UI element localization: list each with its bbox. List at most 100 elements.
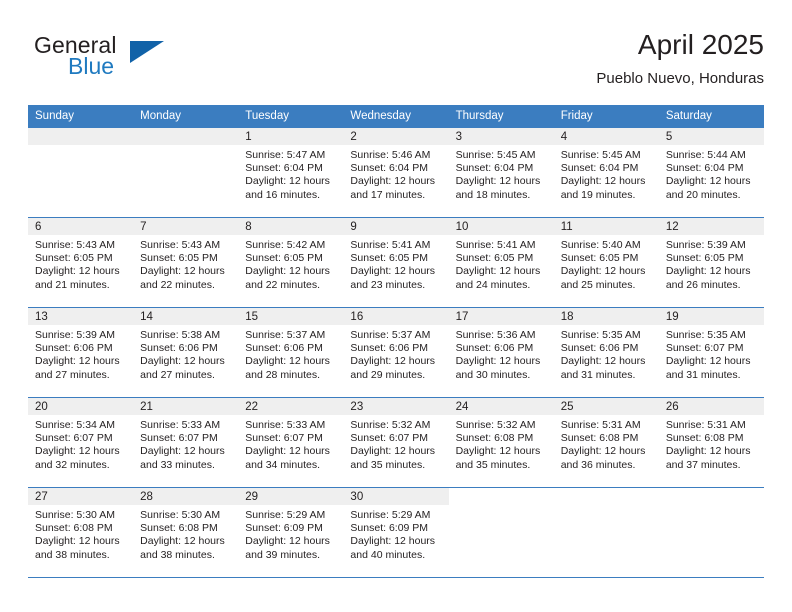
day-details: Sunrise: 5:34 AM Sunset: 6:07 PM Daylight:… <box>28 415 133 472</box>
daylight-text: Daylight: 12 hours and 37 minutes. <box>665 445 751 471</box>
calendar-cell[interactable] <box>658 487 764 578</box>
sunrise-text: Sunrise: 5:29 AM <box>350 509 431 521</box>
day-details: Sunrise: 5:31 AM Sunset: 6:08 PM Daylight:… <box>659 415 764 472</box>
day-details: Sunrise: 5:39 AM Sunset: 6:06 PM Daylight:… <box>28 325 133 382</box>
sunset-text: Sunset: 6:05 PM <box>560 252 639 265</box>
calendar-cell-day: 28 Sunrise: 5:30 AM Sunset: 6:08 PM Dayligh… <box>133 488 239 577</box>
calendar-cell[interactable]: 23 Sunrise: 5:32 AM Sunset: 6:07 PM Dayligh… <box>343 397 449 488</box>
sunset-text: Sunset: 6:08 PM <box>560 432 639 445</box>
daylight-text: Daylight: 12 hours and 34 minutes. <box>245 445 330 471</box>
day-number: 5 <box>658 128 764 145</box>
calendar-cell[interactable]: 20 Sunrise: 5:34 AM Sunset: 6:07 PM Dayligh… <box>28 397 134 488</box>
day-number: 28 <box>133 488 239 505</box>
sunrise-text: Sunrise: 5:32 AM <box>350 419 431 431</box>
calendar-cell[interactable]: 1 Sunrise: 5:47 AM Sunset: 6:04 PM Daylight… <box>238 127 344 218</box>
calendar-cell[interactable]: 14 Sunrise: 5:38 AM Sunset: 6:06 PM Dayligh… <box>133 307 239 398</box>
calendar-cell-day: 7 Sunrise: 5:43 AM Sunset: 6:05 PM Daylight… <box>133 218 239 307</box>
calendar-cell[interactable] <box>448 487 554 578</box>
calendar-cell-day: 12 Sunrise: 5:39 AM Sunset: 6:05 PM Dayligh… <box>658 218 764 307</box>
calendar-cell[interactable]: 7 Sunrise: 5:43 AM Sunset: 6:05 PM Daylight… <box>133 217 239 308</box>
sunset-text: Sunset: 6:08 PM <box>35 522 113 535</box>
daylight-text: Daylight: 12 hours and 19 minutes. <box>560 175 646 201</box>
calendar-week-row: 6 Sunrise: 5:43 AM Sunset: 6:05 PM Daylight… <box>28 217 764 308</box>
calendar-cell[interactable]: 27 Sunrise: 5:30 AM Sunset: 6:08 PM Dayligh… <box>28 487 134 578</box>
day-details: Sunrise: 5:38 AM Sunset: 6:06 PM Daylight:… <box>133 325 238 382</box>
calendar-cell[interactable]: 15 Sunrise: 5:37 AM Sunset: 6:06 PM Dayligh… <box>238 307 344 398</box>
brand-name-blue: Blue <box>68 53 115 79</box>
day-details: Sunrise: 5:32 AM Sunset: 6:08 PM Daylight:… <box>449 415 554 472</box>
sunrise-text: Sunrise: 5:30 AM <box>35 509 115 521</box>
calendar-cell[interactable]: 13 Sunrise: 5:39 AM Sunset: 6:06 PM Dayligh… <box>28 307 134 398</box>
sunset-text: Sunset: 6:09 PM <box>245 522 323 535</box>
calendar-cell[interactable]: 4 Sunrise: 5:45 AM Sunset: 6:04 PM Daylight… <box>553 127 659 218</box>
calendar-cell-empty <box>659 488 764 577</box>
weekday-header-thursday: Thursday <box>448 105 554 128</box>
calendar-cell-day: 9 Sunrise: 5:41 AM Sunset: 6:05 PM Daylight… <box>343 218 449 307</box>
sunset-text: Sunset: 6:07 PM <box>35 432 113 445</box>
calendar-cell[interactable]: 18 Sunrise: 5:35 AM Sunset: 6:06 PM Dayligh… <box>553 307 659 398</box>
sunset-text: Sunset: 6:09 PM <box>350 522 429 535</box>
weekday-header-tuesday: Tuesday <box>238 105 344 128</box>
calendar-cell[interactable]: 5 Sunrise: 5:44 AM Sunset: 6:04 PM Daylight… <box>658 127 764 218</box>
calendar-cell-empty <box>449 488 554 577</box>
calendar-cell[interactable]: 22 Sunrise: 5:33 AM Sunset: 6:07 PM Dayligh… <box>238 397 344 488</box>
sunset-text: Sunset: 6:08 PM <box>455 432 534 445</box>
calendar-cell-day: 8 Sunrise: 5:42 AM Sunset: 6:05 PM Daylight… <box>238 218 344 307</box>
calendar-cell-day: 20 Sunrise: 5:34 AM Sunset: 6:07 PM Dayligh… <box>28 398 134 487</box>
day-details: Sunrise: 5:43 AM Sunset: 6:05 PM Daylight:… <box>28 235 133 292</box>
brand-logo[interactable]: General Blue <box>34 32 254 92</box>
day-number: 11 <box>553 218 659 235</box>
calendar-cell[interactable]: 25 Sunrise: 5:31 AM Sunset: 6:08 PM Dayligh… <box>553 397 659 488</box>
calendar-cell-day: 16 Sunrise: 5:37 AM Sunset: 6:06 PM Dayligh… <box>343 308 449 397</box>
calendar-cell[interactable]: 2 Sunrise: 5:46 AM Sunset: 6:04 PM Daylight… <box>343 127 449 218</box>
calendar-cell[interactable]: 9 Sunrise: 5:41 AM Sunset: 6:05 PM Daylight… <box>343 217 449 308</box>
daylight-text: Daylight: 12 hours and 24 minutes. <box>455 265 541 291</box>
calendar-table: Sunday Monday Tuesday Wednesday Thursday… <box>28 105 764 578</box>
calendar-cell[interactable]: 21 Sunrise: 5:33 AM Sunset: 6:07 PM Dayligh… <box>133 397 239 488</box>
day-number: 22 <box>238 398 344 415</box>
daylight-text: Daylight: 12 hours and 32 minutes. <box>35 445 120 471</box>
calendar-week-row: 1 Sunrise: 5:47 AM Sunset: 6:04 PM Daylight… <box>28 127 764 218</box>
daylight-text: Daylight: 12 hours and 38 minutes. <box>35 535 120 561</box>
daylight-text: Daylight: 12 hours and 21 minutes. <box>35 265 120 291</box>
calendar-cell[interactable]: 17 Sunrise: 5:36 AM Sunset: 6:06 PM Dayligh… <box>448 307 554 398</box>
calendar-cell[interactable]: 16 Sunrise: 5:37 AM Sunset: 6:06 PM Dayligh… <box>343 307 449 398</box>
sunset-text: Sunset: 6:06 PM <box>245 342 323 355</box>
calendar-cell-day: 22 Sunrise: 5:33 AM Sunset: 6:07 PM Dayligh… <box>238 398 344 487</box>
sunrise-text: Sunrise: 5:36 AM <box>455 329 536 341</box>
calendar-cell-day: 4 Sunrise: 5:45 AM Sunset: 6:04 PM Daylight… <box>553 128 659 217</box>
sunrise-text: Sunrise: 5:31 AM <box>665 419 746 431</box>
calendar-cell[interactable]: 24 Sunrise: 5:32 AM Sunset: 6:08 PM Dayligh… <box>448 397 554 488</box>
calendar-cell[interactable]: 19 Sunrise: 5:35 AM Sunset: 6:07 PM Dayligh… <box>658 307 764 398</box>
calendar-cell-empty <box>28 128 134 217</box>
calendar-cell[interactable]: 29 Sunrise: 5:29 AM Sunset: 6:09 PM Dayligh… <box>238 487 344 578</box>
calendar-cell[interactable] <box>553 487 659 578</box>
calendar-cell-day: 21 Sunrise: 5:33 AM Sunset: 6:07 PM Dayligh… <box>133 398 239 487</box>
calendar-cell[interactable]: 10 Sunrise: 5:41 AM Sunset: 6:05 PM Dayligh… <box>448 217 554 308</box>
calendar-cell[interactable]: 6 Sunrise: 5:43 AM Sunset: 6:05 PM Daylight… <box>28 217 134 308</box>
calendar-cell[interactable]: 12 Sunrise: 5:39 AM Sunset: 6:05 PM Dayligh… <box>658 217 764 308</box>
calendar-cell[interactable]: 28 Sunrise: 5:30 AM Sunset: 6:08 PM Dayligh… <box>133 487 239 578</box>
calendar-week-row: 27 Sunrise: 5:30 AM Sunset: 6:08 PM Dayligh… <box>28 487 764 578</box>
calendar-cell[interactable]: 11 Sunrise: 5:40 AM Sunset: 6:05 PM Dayligh… <box>553 217 659 308</box>
calendar-cell[interactable]: 3 Sunrise: 5:45 AM Sunset: 6:04 PM Daylight… <box>448 127 554 218</box>
calendar-cell[interactable]: 30 Sunrise: 5:29 AM Sunset: 6:09 PM Dayligh… <box>343 487 449 578</box>
day-number <box>133 128 239 145</box>
calendar-cell-day: 17 Sunrise: 5:36 AM Sunset: 6:06 PM Dayligh… <box>448 308 554 397</box>
day-details: Sunrise: 5:29 AM Sunset: 6:09 PM Daylight:… <box>343 505 448 562</box>
day-number: 12 <box>658 218 764 235</box>
day-number: 29 <box>238 488 344 505</box>
sunrise-text: Sunrise: 5:41 AM <box>455 239 536 251</box>
calendar-cell[interactable]: 8 Sunrise: 5:42 AM Sunset: 6:05 PM Daylight… <box>238 217 344 308</box>
calendar-cell-day: 13 Sunrise: 5:39 AM Sunset: 6:06 PM Dayligh… <box>28 308 134 397</box>
calendar-cell[interactable] <box>133 127 239 218</box>
day-details: Sunrise: 5:41 AM Sunset: 6:05 PM Daylight:… <box>449 235 554 292</box>
day-details: Sunrise: 5:45 AM Sunset: 6:04 PM Daylight:… <box>554 145 659 202</box>
day-details: Sunrise: 5:45 AM Sunset: 6:04 PM Daylight:… <box>449 145 554 202</box>
sunrise-text: Sunrise: 5:34 AM <box>35 419 115 431</box>
sunrise-text: Sunrise: 5:41 AM <box>350 239 431 251</box>
day-details: Sunrise: 5:32 AM Sunset: 6:07 PM Daylight:… <box>343 415 448 472</box>
calendar-cell[interactable] <box>28 127 134 218</box>
day-details: Sunrise: 5:36 AM Sunset: 6:06 PM Daylight:… <box>449 325 554 382</box>
calendar-cell[interactable]: 26 Sunrise: 5:31 AM Sunset: 6:08 PM Dayligh… <box>658 397 764 488</box>
